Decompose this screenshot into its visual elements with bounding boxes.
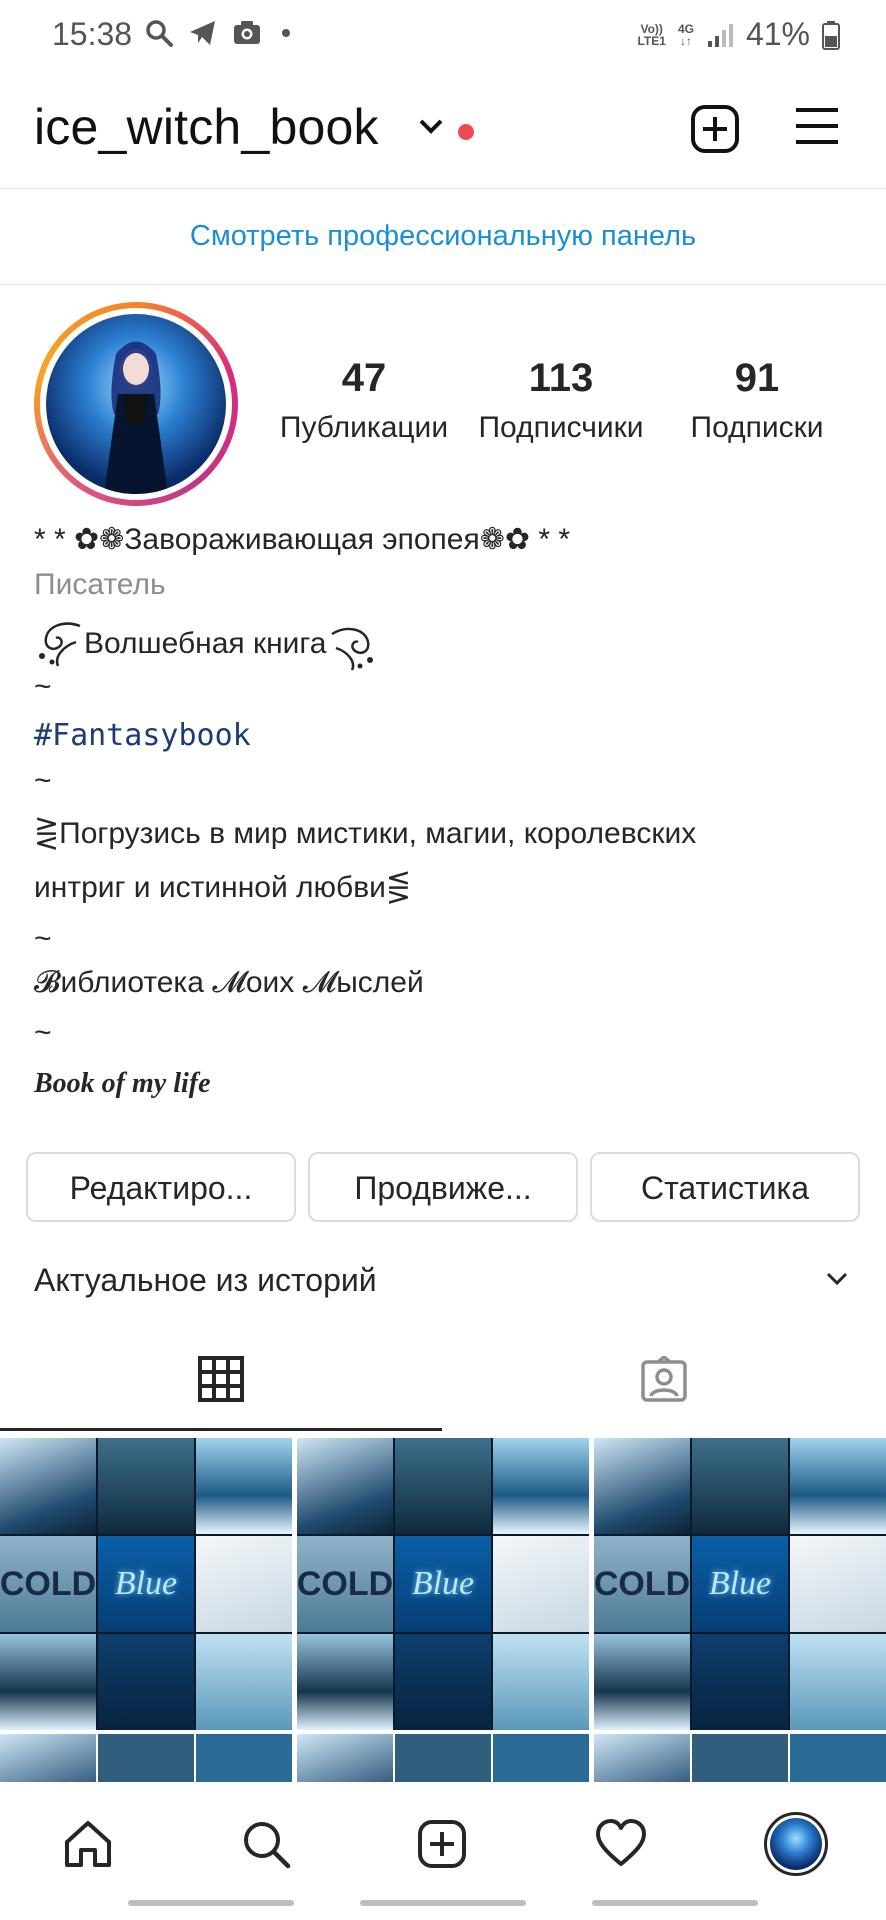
swirl-right-icon bbox=[331, 627, 374, 671]
post-word-cold: COLD bbox=[0, 1536, 96, 1632]
tagged-person-icon[interactable] bbox=[640, 1356, 688, 1404]
bio-separator: ~ bbox=[34, 922, 52, 955]
post-word-blue: Blue bbox=[395, 1536, 491, 1632]
grid-post-partial[interactable] bbox=[297, 1734, 589, 1782]
menu-icon[interactable] bbox=[794, 106, 840, 146]
network-type-label: 4G bbox=[677, 21, 694, 36]
grid-post[interactable]: COLD Blue bbox=[594, 1438, 886, 1730]
stat-posts[interactable]: 47 Публикации bbox=[272, 356, 456, 445]
chevron-down-icon[interactable] bbox=[826, 1272, 848, 1286]
professional-dashboard-link[interactable]: Смотреть профессиональную панель bbox=[0, 188, 886, 285]
bio-book-text: Волшебная книга bbox=[84, 627, 327, 660]
dot-icon bbox=[282, 29, 290, 37]
bio-separator: ~ bbox=[34, 1016, 52, 1049]
stat-followers[interactable]: 113 Подписчики bbox=[466, 356, 656, 445]
heart-icon[interactable] bbox=[594, 1818, 648, 1870]
profile-category: Писатель bbox=[34, 568, 166, 601]
volte-indicator: Vo)) LTE1 bbox=[637, 23, 665, 47]
network-type: 4G ↓↑ bbox=[678, 23, 694, 47]
data-arrows-icon: ↓↑ bbox=[679, 33, 692, 48]
posts-label: Публикации bbox=[279, 411, 449, 444]
battery-icon bbox=[822, 20, 840, 50]
followers-count: 113 bbox=[528, 356, 594, 400]
bio-line-immerse-1: ⋛Погрузись в мир мистики, магии, королев… bbox=[34, 817, 697, 850]
grid-post-partial[interactable] bbox=[0, 1734, 292, 1782]
avatar-image-small bbox=[770, 1818, 822, 1870]
insights-button[interactable]: Статистика bbox=[590, 1152, 860, 1222]
bio-line-book-of-life: Book of my life bbox=[34, 1068, 211, 1099]
posts-count: 47 bbox=[341, 356, 387, 400]
camera-icon bbox=[234, 21, 260, 44]
post-word-cold: COLD bbox=[594, 1536, 690, 1632]
bio-separator: ~ bbox=[34, 670, 52, 703]
lte-label: LTE1 bbox=[637, 33, 666, 48]
following-label: Подписки bbox=[690, 411, 824, 444]
battery-percent: 41% bbox=[745, 16, 810, 52]
bio-line-library: 𝓑иблиотека 𝓜оих 𝓜ыслей bbox=[34, 966, 424, 999]
profile-avatar[interactable] bbox=[34, 302, 238, 506]
following-count: 91 bbox=[734, 356, 780, 400]
post-word-blue: Blue bbox=[98, 1536, 194, 1632]
chevron-down-icon[interactable] bbox=[418, 118, 444, 136]
avatar-image bbox=[46, 314, 226, 494]
posts-grid: COLD Blue COLD Blue COLD Blue bbox=[0, 1438, 886, 1782]
profile-name: * * ✿❁Завораживающая эпопея❁✿ * * bbox=[34, 523, 571, 556]
home-icon[interactable] bbox=[62, 1818, 114, 1870]
stat-following[interactable]: 91 Подписки bbox=[670, 356, 844, 445]
post-word-blue: Blue bbox=[692, 1536, 788, 1632]
status-right: Vo)) LTE1 4G ↓↑ 41% bbox=[637, 16, 840, 53]
status-left-icons bbox=[144, 18, 296, 48]
profile-tab-avatar[interactable] bbox=[764, 1812, 828, 1876]
plus-square-icon[interactable] bbox=[690, 104, 740, 154]
bio-hashtag[interactable]: #Fantasybook bbox=[34, 718, 251, 753]
profile-tabs bbox=[0, 1340, 886, 1432]
swirl-left-icon bbox=[39, 622, 81, 667]
telegram-icon bbox=[190, 21, 215, 45]
bio-book-line: Волшебная книга bbox=[34, 614, 378, 674]
search-icon[interactable] bbox=[240, 1818, 292, 1870]
gesture-bar-center bbox=[360, 1900, 526, 1906]
grid-post[interactable]: COLD Blue bbox=[0, 1438, 292, 1730]
status-time: 15:38 bbox=[52, 16, 133, 52]
bio-separator: ~ bbox=[34, 764, 52, 797]
bio-line-immerse-2: интриг и истинной любви⋚ bbox=[34, 871, 412, 904]
signal-icon bbox=[707, 23, 733, 47]
story-highlights-label[interactable]: Актуальное из историй bbox=[34, 1262, 377, 1299]
grid-post-partial[interactable] bbox=[594, 1734, 886, 1782]
search-icon bbox=[146, 20, 173, 47]
grid-icon[interactable] bbox=[198, 1356, 244, 1402]
edit-profile-button[interactable]: Редактиро... bbox=[26, 1152, 296, 1222]
followers-label: Подписчики bbox=[478, 411, 644, 444]
active-tab-indicator bbox=[0, 1428, 442, 1431]
post-word-cold: COLD bbox=[297, 1536, 393, 1632]
gesture-bar-left bbox=[128, 1900, 294, 1906]
notification-dot bbox=[458, 124, 474, 140]
username[interactable]: ice_witch_book bbox=[34, 98, 379, 156]
new-post-icon[interactable] bbox=[416, 1818, 468, 1870]
promote-button[interactable]: Продвиже... bbox=[308, 1152, 578, 1222]
volte-label: Vo)) bbox=[640, 21, 663, 36]
status-bar: 15:38 Vo)) LTE1 4G ↓↑ 41% bbox=[0, 0, 886, 70]
profile-header: ice_witch_book bbox=[0, 70, 886, 189]
grid-post[interactable]: COLD Blue bbox=[297, 1438, 589, 1730]
gesture-bar-right bbox=[592, 1900, 758, 1906]
